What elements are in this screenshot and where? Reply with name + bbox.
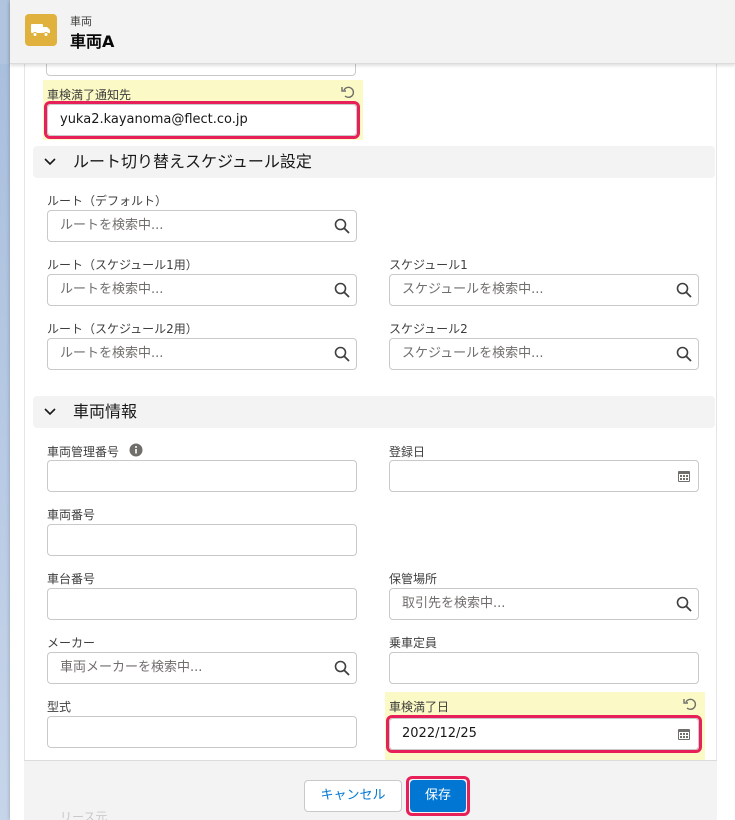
storage-location-placeholder: 取引先を検索中... [402,596,506,611]
modal-footer: キャンセル 保存 [24,760,717,820]
model-label: 型式 [47,700,72,714]
search-icon [676,282,692,298]
search-icon [676,346,692,362]
search-icon [334,660,350,676]
edit-record-modal: 車両 車両A 車検満了通知先 yuka2.kayanoma@flect.co.j… [10,0,735,820]
route-schedule1-label: ルート（スケジュール1用） [47,258,198,272]
chassis-no-input[interactable] [47,588,357,620]
route-schedule2-input[interactable]: ルートを検索中... [47,338,357,370]
modal-header: 車両 車両A [10,0,735,64]
route-schedule2-label: ルート（スケジュール2用） [47,322,198,336]
route-default-placeholder: ルートを検索中... [60,218,164,233]
vehicle-no-input[interactable] [47,524,357,556]
red-annotation-box [386,715,702,753]
chevron-down-icon [44,408,56,416]
search-icon [334,282,350,298]
red-annotation-box [406,776,470,816]
section-route-schedule[interactable]: ルート切り替えスケジュール設定 [33,146,715,178]
background-page-strip [0,64,10,820]
previous-field-input[interactable] [46,64,356,76]
red-annotation-box [44,101,360,139]
cancel-button[interactable]: キャンセル [304,780,402,812]
modal-body[interactable]: 車検満了通知先 yuka2.kayanoma@flect.co.jp ルート切り… [24,64,717,760]
schedule2-placeholder: スケジュールを検索中... [402,346,544,361]
section-vehicle-info[interactable]: 車両情報 [33,396,715,428]
schedule1-placeholder: スケジュールを検索中... [402,282,544,297]
record-title: 車両A [70,32,115,51]
capacity-input[interactable] [389,652,699,684]
undo-icon[interactable] [683,697,697,711]
storage-location-label: 保管場所 [389,572,438,586]
schedule1-label: スケジュール1 [389,258,468,272]
storage-location-input[interactable]: 取引先を検索中... [389,588,699,620]
maker-placeholder: 車両メーカーを検索中... [60,660,203,675]
vehicle-mgmt-no-label: 車両管理番号 [47,443,143,460]
chevron-down-icon [44,158,56,166]
route-default-input[interactable]: ルートを検索中... [47,210,357,242]
route-default-label: ルート（デフォルト） [47,194,168,208]
inspection-expiry-label: 車検満了日 [389,700,450,714]
object-label: 車両 [70,15,92,28]
ghost-label: リース元 [60,810,108,820]
vehicle-no-label: 車両番号 [47,508,96,522]
capacity-label: 乗車定員 [389,636,438,650]
registration-date-label: 登録日 [389,445,426,459]
calendar-icon[interactable] [676,468,692,484]
search-icon [334,218,350,234]
undo-icon[interactable] [341,85,355,99]
section-vehicle-info-title: 車両情報 [73,402,138,421]
schedule2-input[interactable]: スケジュールを検索中... [389,338,699,370]
section-route-schedule-title: ルート切り替えスケジュール設定 [73,152,312,171]
model-input[interactable] [47,716,357,748]
maker-label: メーカー [47,636,96,650]
route-schedule1-input[interactable]: ルートを検索中... [47,274,357,306]
route-schedule1-placeholder: ルートを検索中... [60,282,164,297]
search-icon [334,346,350,362]
maker-input[interactable]: 車両メーカーを検索中... [47,652,357,684]
truck-icon [25,14,57,46]
vehicle-mgmt-no-input[interactable] [47,460,357,492]
search-icon [676,596,692,612]
schedule1-input[interactable]: スケジュールを検索中... [389,274,699,306]
schedule2-label: スケジュール2 [389,322,468,336]
route-schedule2-placeholder: ルートを検索中... [60,346,164,361]
info-icon[interactable] [129,443,143,457]
registration-date-input[interactable] [389,460,699,492]
chassis-no-label: 車台番号 [47,572,96,586]
